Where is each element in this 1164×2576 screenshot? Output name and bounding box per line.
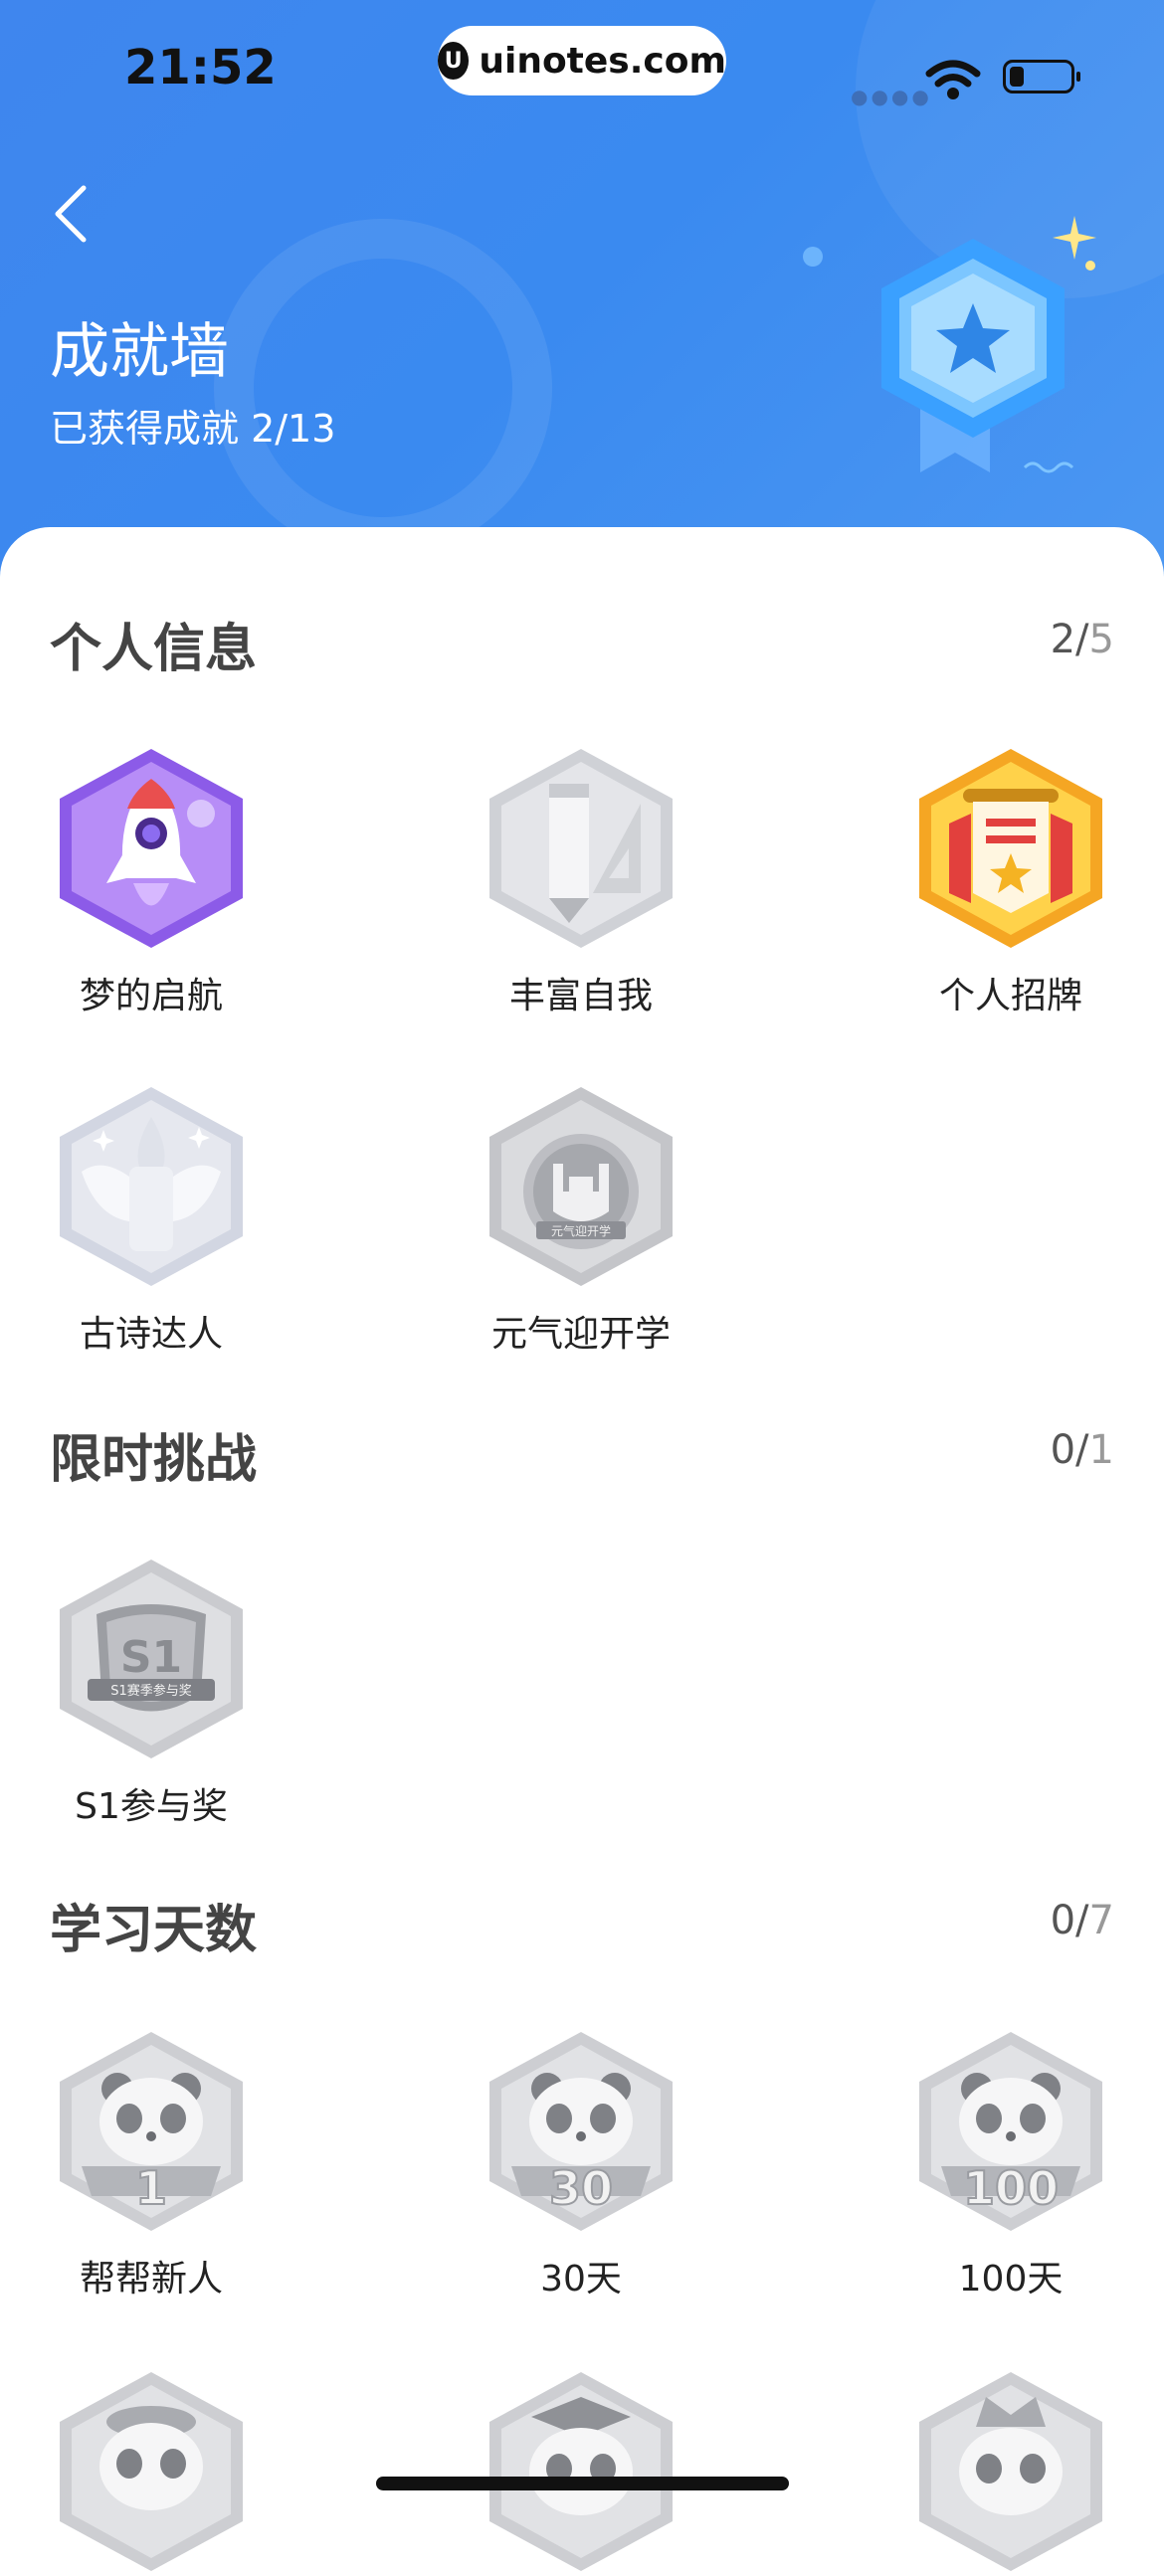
svg-text:100: 100 bbox=[963, 2161, 1059, 2215]
section-count-study-days: 0/7 bbox=[1050, 1898, 1114, 1943]
achievement-item[interactable]: 梦的启航 bbox=[2, 744, 300, 1018]
panda-beret-icon bbox=[60, 2372, 243, 2571]
home-indicator[interactable] bbox=[376, 2477, 789, 2490]
achievement-item[interactable]: 100 100天 bbox=[862, 2027, 1160, 2301]
section-title-limited-challenge: 限时挑战 bbox=[50, 1430, 258, 1490]
section-title-personal-info: 个人信息 bbox=[50, 620, 258, 679]
panda-100-icon: 100 bbox=[919, 2032, 1102, 2231]
star-medal-icon bbox=[881, 216, 1096, 473]
svg-text:30: 30 bbox=[549, 2161, 613, 2215]
url-pill[interactable]: U uinotes.com bbox=[438, 26, 726, 95]
panda-30-icon: 30 bbox=[489, 2032, 673, 2231]
cellular-signal-icon: ●●●● bbox=[851, 85, 932, 108]
achievement-item[interactable]: S1 S1赛季参与奖 S1参与奖 bbox=[2, 1555, 300, 1829]
rocket-icon bbox=[60, 749, 243, 948]
svg-text:1: 1 bbox=[135, 2161, 167, 2215]
pencil-ruler-icon bbox=[489, 749, 673, 948]
section-count-limited-challenge: 0/1 bbox=[1050, 1427, 1114, 1473]
banner-icon bbox=[919, 749, 1102, 948]
wifi-icon bbox=[925, 60, 981, 99]
panda-1-icon: 1 bbox=[60, 2032, 243, 2231]
achievement-list: 个人信息 2/5 梦的启航 丰富自我 个人招牌 古诗达人 元气迎开学 元气迎开学… bbox=[0, 527, 1164, 2571]
achievement-item[interactable]: 个人招牌 bbox=[862, 744, 1160, 1018]
panda-graduate-icon bbox=[489, 2372, 673, 2571]
achievement-item[interactable]: 1 帮帮新人 bbox=[2, 2027, 300, 2301]
achievement-item[interactable]: 古诗达人 bbox=[2, 1082, 300, 1357]
s1-medal-icon: S1 S1赛季参与奖 bbox=[60, 1560, 243, 1758]
back-chevron-icon[interactable] bbox=[52, 184, 92, 244]
achievement-item[interactable]: 30 30天 bbox=[432, 2027, 730, 2301]
url-text: uinotes.com bbox=[479, 40, 726, 82]
achievement-item[interactable] bbox=[2, 2367, 300, 2576]
achievement-item[interactable] bbox=[862, 2367, 1160, 2576]
decor-dot bbox=[803, 247, 823, 267]
section-title-study-days: 学习天数 bbox=[50, 1901, 258, 1960]
battery-icon bbox=[1003, 60, 1080, 93]
achievement-item[interactable]: 元气迎开学 元气迎开学 bbox=[432, 1082, 730, 1357]
header: 21:52 U uinotes.com ●●●● 成就墙 已获得成就 2/13 bbox=[0, 0, 1164, 577]
svg-text:S1: S1 bbox=[120, 1632, 182, 1683]
achievement-progress: 已获得成就 2/13 bbox=[50, 407, 336, 451]
uinotes-logo-icon: U bbox=[438, 42, 470, 80]
achievement-item[interactable]: 丰富自我 bbox=[432, 744, 730, 1018]
decor-ring bbox=[214, 219, 552, 557]
rock-hand-icon: 元气迎开学 bbox=[489, 1087, 673, 1286]
status-time: 21:52 bbox=[124, 40, 277, 95]
panda-crown-icon bbox=[919, 2372, 1102, 2571]
winged-brush-icon bbox=[60, 1087, 243, 1286]
section-count-personal-info: 2/5 bbox=[1050, 617, 1114, 662]
svg-text:元气迎开学: 元气迎开学 bbox=[551, 1223, 611, 1238]
achievement-item[interactable] bbox=[432, 2367, 730, 2576]
page-title: 成就墙 bbox=[50, 317, 229, 387]
svg-text:S1赛季参与奖: S1赛季参与奖 bbox=[110, 1683, 192, 1699]
